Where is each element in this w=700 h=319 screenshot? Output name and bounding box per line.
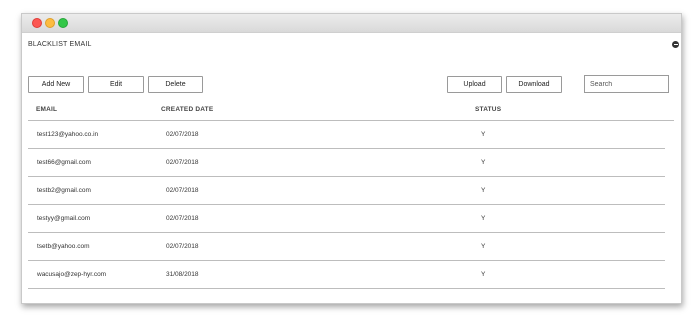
maximize-window-icon[interactable] <box>58 18 68 28</box>
email-cell: wacusajo@zep-hyr.com <box>37 271 107 278</box>
search-input[interactable] <box>584 75 669 93</box>
email-cell: tsetb@yahoo.com <box>37 243 90 250</box>
add-new-button[interactable]: Add New <box>28 76 84 93</box>
created-date-cell: 02/07/2018 <box>166 187 199 194</box>
created-date-cell: 02/07/2018 <box>166 243 199 250</box>
minus-circle-icon[interactable] <box>672 41 679 48</box>
title-bar <box>22 14 681 33</box>
email-cell: testyy@gmail.com <box>37 215 91 222</box>
status-cell: Y <box>481 271 486 278</box>
download-button[interactable]: Download <box>506 76 562 93</box>
column-header-email[interactable]: EMAIL <box>36 106 57 113</box>
delete-button[interactable]: Delete <box>148 76 203 93</box>
column-header-created-date[interactable]: CREATED DATE <box>161 106 213 113</box>
page-title: BLACKLIST EMAIL <box>28 41 92 48</box>
table-row[interactable]: tsetb@yahoo.com 02/07/2018 Y <box>28 233 665 261</box>
table-row[interactable]: wacusajo@zep-hyr.com 31/08/2018 Y <box>28 261 665 289</box>
table-row[interactable]: test66@gmail.com 02/07/2018 Y <box>28 149 665 177</box>
created-date-cell: 02/07/2018 <box>166 215 199 222</box>
column-header-status[interactable]: STATUS <box>475 106 501 113</box>
status-cell: Y <box>481 131 486 138</box>
status-cell: Y <box>481 243 486 250</box>
table-row[interactable]: test123@yahoo.co.in 02/07/2018 Y <box>28 121 665 149</box>
app-window: BLACKLIST EMAIL Add New Edit Delete Uplo… <box>21 13 682 304</box>
status-cell: Y <box>481 187 486 194</box>
upload-button[interactable]: Upload <box>447 76 502 93</box>
created-date-cell: 02/07/2018 <box>166 159 199 166</box>
created-date-cell: 31/08/2018 <box>166 271 199 278</box>
table-row[interactable]: testb2@gmail.com 02/07/2018 Y <box>28 177 665 205</box>
email-cell: testb2@gmail.com <box>37 187 91 194</box>
email-cell: test123@yahoo.co.in <box>37 131 99 138</box>
close-window-icon[interactable] <box>32 18 42 28</box>
status-cell: Y <box>481 159 486 166</box>
table-row[interactable]: testyy@gmail.com 02/07/2018 Y <box>28 205 665 233</box>
minimize-window-icon[interactable] <box>45 18 55 28</box>
email-cell: test66@gmail.com <box>37 159 91 166</box>
edit-button[interactable]: Edit <box>88 76 144 93</box>
status-cell: Y <box>481 215 486 222</box>
created-date-cell: 02/07/2018 <box>166 131 199 138</box>
